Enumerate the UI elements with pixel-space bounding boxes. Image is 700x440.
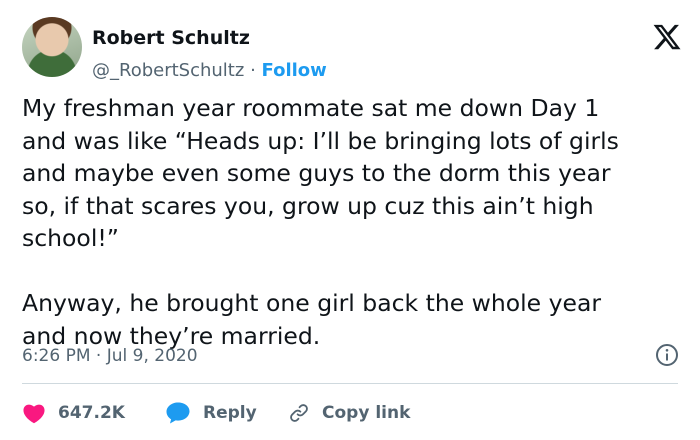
reply-bubble-icon [166,402,190,424]
reply-label: Reply [203,403,257,423]
handle-separator: · [250,60,256,81]
link-icon [290,404,308,422]
copy-link-label: Copy link [322,403,411,423]
tweet-actions: 647.2K Reply Copy link [22,398,678,428]
tweet-header: Robert Schultz @_RobertSchultz · Follow [22,14,682,84]
tweet-timestamp[interactable]: 6:26 PM · Jul 9, 2020 [22,346,198,366]
copy-link-button[interactable]: Copy link [288,398,410,428]
like-count: 647.2K [58,403,125,423]
info-icon[interactable] [655,343,679,367]
tweet-text: My freshman year roommate sat me down Da… [22,94,619,350]
author-handle[interactable]: @_RobertSchultz [92,60,244,81]
divider [22,383,678,384]
follow-button[interactable]: Follow [262,60,327,81]
avatar[interactable] [22,17,82,77]
author-handle-row: @_RobertSchultz · Follow [92,60,327,81]
tweet-card: Robert Schultz @_RobertSchultz · Follow … [0,0,700,440]
heart-icon [23,404,45,424]
x-logo-icon[interactable] [652,22,682,52]
like-button[interactable]: 647.2K [22,398,125,428]
reply-button[interactable]: Reply [165,398,257,428]
author-name[interactable]: Robert Schultz [92,27,250,49]
